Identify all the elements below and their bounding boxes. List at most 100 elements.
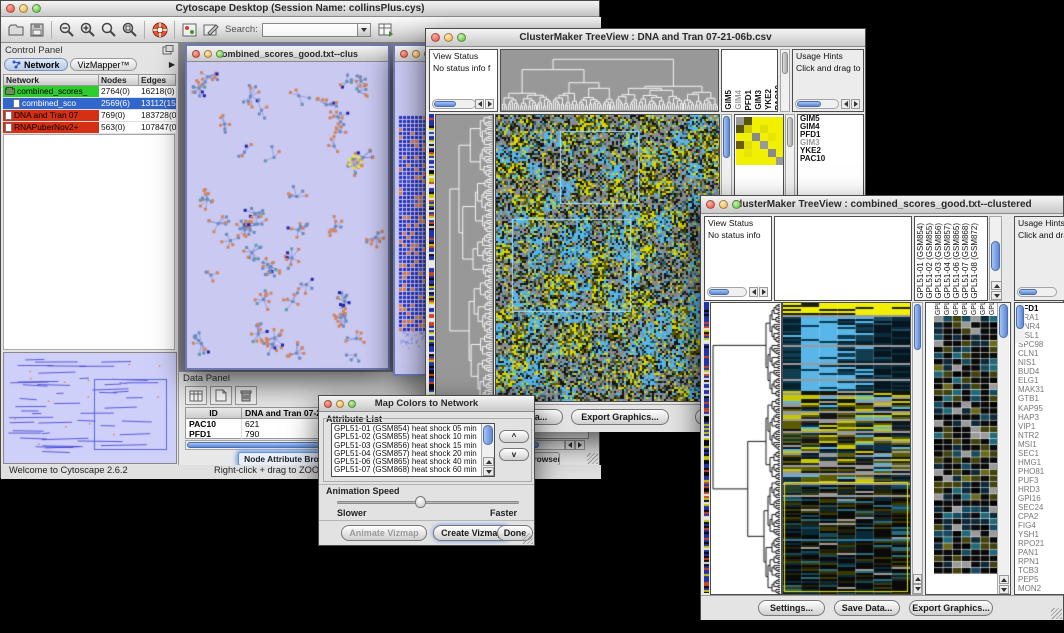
gene-label[interactable]: HAP3 [1018,413,1064,422]
column-label[interactable]: YKE2 [764,89,773,110]
matrix-cell[interactable] [760,157,768,165]
speed-slider-track[interactable] [337,501,519,504]
scroll-left-button[interactable] [749,287,758,297]
scroll-left-button[interactable] [841,99,850,109]
gene-label[interactable]: YSH1 [1018,530,1064,539]
network-overview-panel[interactable] [3,352,177,464]
delete-attribute-icon[interactable] [235,386,257,405]
gene-label[interactable]: RPN1 [1018,557,1064,566]
zoom-actual-icon[interactable] [119,20,140,40]
netwin1-titlebar[interactable]: combined_scores_good.txt--cluste... [187,46,388,62]
gene-dendrogram-canvas[interactable] [436,115,493,401]
gene-label[interactable]: HMG1 [1018,458,1064,467]
minimize-button[interactable] [412,50,420,58]
column-label[interactable]: GIM4 [734,90,743,110]
tv2-selection-strip[interactable] [704,302,709,593]
network-table-row[interactable]: combined_scores_2764(0)16218(0) [3,86,176,98]
gene-label[interactable]: TCB3 [1018,566,1064,575]
matrix-cell[interactable] [768,125,776,133]
column-label[interactable]: GPL51-01 (GSM854) [916,223,925,299]
matrix-cell[interactable] [776,133,784,141]
column-label[interactable]: GPL51-04 (GSM857) [943,223,952,299]
save-data-button[interactable]: Save Data... [834,600,900,616]
zoom-fit-icon[interactable] [98,20,119,40]
tv1-selection-strip[interactable] [429,114,434,400]
treeview1-titlebar[interactable]: ClusterMaker TreeView : DNA and Tran 07-… [426,29,865,47]
tv1-usage-scroll[interactable] [795,99,839,109]
export-graphics-button[interactable]: Export Graphics... [909,600,993,616]
tv2-array-tree-panel[interactable] [774,216,912,301]
scroll-right-button[interactable] [485,99,494,109]
tv1-collabel-scroll[interactable] [780,49,790,112]
gene-label[interactable]: MON2 [1018,584,1064,593]
matrix-cell[interactable] [760,117,768,125]
gene-label[interactable]: PEP5 [1018,575,1064,584]
matrix-cell[interactable] [768,141,776,149]
tv2-gene-tree-panel[interactable] [710,302,782,595]
move-down-button[interactable]: v [499,448,529,461]
gene-label[interactable]: MSI1 [1018,440,1064,449]
gene-label[interactable]: SEC24 [1018,503,1064,512]
zoom-button[interactable] [732,200,741,209]
minimize-button[interactable] [336,400,344,408]
network-table-row[interactable]: RNAPuberNov2+563(0)107847(0) [3,122,176,134]
close-button[interactable] [431,33,440,42]
open-folder-icon[interactable] [5,20,26,40]
column-label[interactable]: GPL51-02 (GSM855) [943,303,952,315]
close-button[interactable] [192,50,200,58]
zoom-button[interactable] [216,50,224,58]
tv1-column-labels[interactable]: GIM5GIM4PFD1GIM3YKE2PAC10 [721,49,778,112]
help-lifesaver-icon[interactable] [149,20,170,40]
move-up-button[interactable]: ^ [499,430,529,443]
matrix-cell[interactable] [744,141,752,149]
array-dendrogram-canvas[interactable] [501,50,718,111]
animate-vizmap-button[interactable]: Animate Vizmap [341,525,427,541]
network-table-row[interactable]: combined_sco2569(6)13112(15) [3,98,176,110]
minimize-button[interactable] [19,4,28,13]
matrix-cell[interactable] [736,157,744,165]
scroll-down-button[interactable] [483,467,494,476]
gene-label[interactable]: GTB1 [1018,394,1064,403]
float-panel-icon[interactable] [162,45,174,55]
gene-label[interactable]: RPO21 [1018,539,1064,548]
tv2-heatmap-panel[interactable] [782,302,911,595]
treeview2-titlebar[interactable]: ClusterMaker TreeView : combined_scores_… [701,196,1063,214]
gene-label[interactable]: PHO81 [1018,467,1064,476]
attribute-item[interactable]: GPL51-07 (GSM868) heat shock 60 min [334,466,492,474]
vizmapper-icon[interactable] [179,20,200,40]
speed-slider-thumb[interactable] [415,496,426,508]
column-label[interactable]: GPL51-01 (GSM854) [934,303,943,315]
matrix-cell[interactable] [768,149,776,157]
matrix-cell[interactable] [776,149,784,157]
gene-list-scroll[interactable] [1015,303,1025,343]
minimize-button[interactable] [719,200,728,209]
scroll-up-button[interactable] [991,281,1002,290]
save-icon[interactable] [26,20,47,40]
close-button[interactable] [706,200,715,209]
gene-label[interactable]: PAC10 [798,155,863,163]
scroll-down-button[interactable] [999,585,1009,594]
scroll-right-button[interactable] [575,440,585,450]
gene-label[interactable]: CPA2 [1018,512,1064,521]
resize-grip[interactable] [1051,608,1062,619]
matrix-cell[interactable] [736,141,744,149]
settings-button[interactable]: Settings... [758,600,825,616]
column-label[interactable]: GIM3 [754,90,763,110]
select-attributes-icon[interactable] [185,386,207,405]
column-label[interactable]: GPL51-04 (GSM857) [961,303,970,315]
column-label[interactable]: GPL51-03 (GSM856) [952,303,961,315]
matrix-cell[interactable] [760,141,768,149]
tab-network[interactable]: Network [4,58,68,71]
tv2-heatmap-vscroll[interactable] [912,302,923,595]
matrix-cell[interactable] [736,125,744,133]
tv2-column-labels[interactable]: GPL51-01 (GSM854)GPL51-02 (GSM855)GPL51-… [914,216,988,301]
gene-label[interactable]: ELG1 [1018,376,1064,385]
scroll-right-button[interactable] [759,287,768,297]
search-input[interactable] [262,23,358,37]
tv1-array-tree-panel[interactable] [500,49,719,112]
zoom-in-icon[interactable] [77,20,98,40]
gene-label[interactable]: BUD4 [1018,367,1064,376]
attribute-list[interactable]: GPL51-01 (GSM854) heat shock 05 minGPL51… [331,423,495,477]
gene-label[interactable]: GPI16 [1018,494,1064,503]
gene-label[interactable]: KAP95 [1018,404,1064,413]
